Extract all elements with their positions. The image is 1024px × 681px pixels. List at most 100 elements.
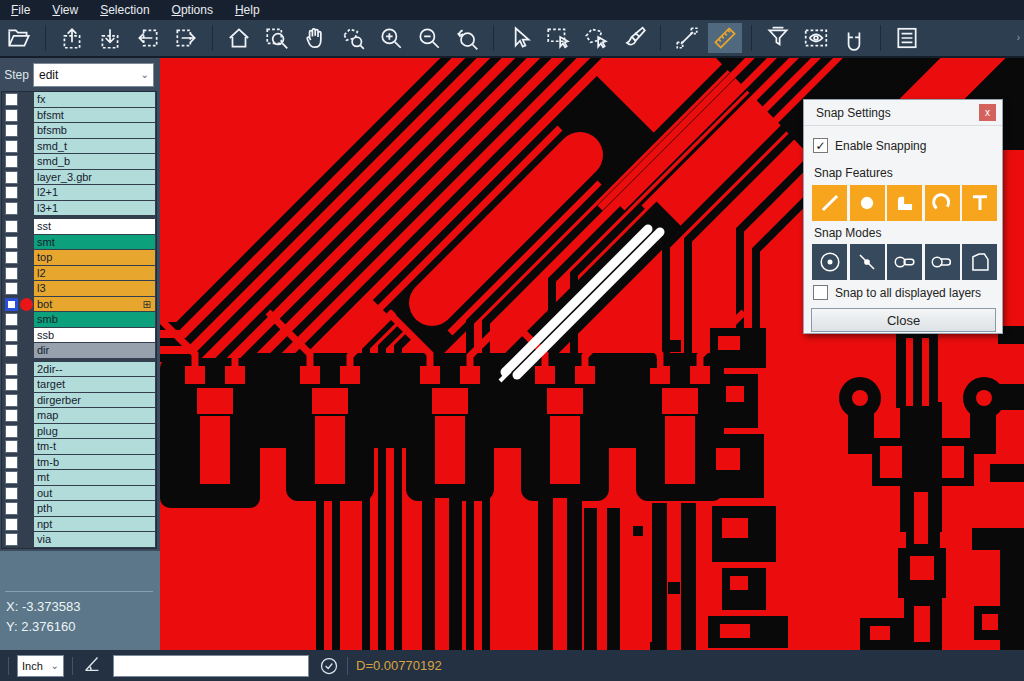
snap-all-layers-checkbox[interactable] bbox=[813, 285, 828, 300]
layer-checkbox[interactable] bbox=[5, 344, 18, 357]
snap-feature-text-button[interactable] bbox=[962, 185, 997, 221]
shift-right-button[interactable] bbox=[169, 23, 203, 53]
snap-button[interactable] bbox=[837, 23, 871, 53]
import-up-button[interactable] bbox=[55, 23, 89, 53]
angle-icon[interactable] bbox=[81, 653, 103, 679]
snap-feature-line-button[interactable] bbox=[812, 185, 847, 221]
layer-checkbox[interactable] bbox=[5, 93, 18, 106]
select-cursor-button[interactable] bbox=[503, 23, 537, 53]
select-rectangle-button[interactable] bbox=[541, 23, 575, 53]
layer-row-top[interactable]: top bbox=[2, 250, 156, 266]
layer-row-l2+1[interactable]: l2+1 bbox=[2, 185, 156, 201]
open-file-button[interactable] bbox=[2, 23, 36, 53]
dialog-close-button[interactable]: x bbox=[979, 104, 996, 121]
layer-checkbox[interactable] bbox=[5, 533, 18, 546]
zoom-window-button[interactable] bbox=[260, 23, 294, 53]
zoom-out-button[interactable] bbox=[412, 23, 446, 53]
step-select[interactable]: edit ⌄ bbox=[33, 63, 154, 87]
snap-feature-arc-button[interactable] bbox=[925, 185, 960, 221]
select-polygon-button[interactable] bbox=[579, 23, 613, 53]
layer-checkbox[interactable] bbox=[5, 282, 18, 295]
layer-checkbox[interactable] bbox=[5, 363, 18, 376]
shift-left-button[interactable] bbox=[131, 23, 165, 53]
layer-row-l3+1[interactable]: l3+1 bbox=[2, 201, 156, 217]
layer-checkbox[interactable] bbox=[5, 313, 18, 326]
snap-feature-pad-button[interactable] bbox=[850, 185, 885, 221]
layer-row-dir[interactable]: dir bbox=[2, 343, 156, 359]
zoom-previous-button[interactable] bbox=[450, 23, 484, 53]
snap-mode-profile-button[interactable] bbox=[962, 244, 997, 280]
layer-checkbox[interactable] bbox=[5, 109, 18, 122]
layer-row-tm-t[interactable]: tm-t bbox=[2, 439, 156, 455]
unit-select[interactable]: Inch ⌄ bbox=[17, 655, 64, 677]
layer-row-mt[interactable]: mt bbox=[2, 470, 156, 486]
report-button[interactable] bbox=[890, 23, 924, 53]
zoom-in-button[interactable] bbox=[374, 23, 408, 53]
dialog-title-bar[interactable]: Snap Settings x bbox=[804, 100, 1002, 126]
snap-mode-slot-right-button[interactable] bbox=[925, 244, 960, 280]
pan-button[interactable] bbox=[298, 23, 332, 53]
snap-mode-midpoint-button[interactable] bbox=[850, 244, 885, 280]
layer-checkbox[interactable] bbox=[5, 409, 18, 422]
layer-row-pth[interactable]: pth bbox=[2, 501, 156, 517]
coordinate-input[interactable] bbox=[113, 655, 309, 677]
layer-checkbox[interactable] bbox=[5, 502, 18, 515]
filter-button[interactable] bbox=[761, 23, 795, 53]
layer-checkbox[interactable] bbox=[5, 186, 18, 199]
home-view-button[interactable] bbox=[222, 23, 256, 53]
layer-row-out[interactable]: out bbox=[2, 486, 156, 502]
layer-row-ssb[interactable]: ssb bbox=[2, 328, 156, 344]
layer-row-smb[interactable]: smb bbox=[2, 312, 156, 328]
layer-checkbox[interactable] bbox=[5, 251, 18, 264]
layer-checkbox[interactable] bbox=[5, 518, 18, 531]
layer-row-npt[interactable]: npt bbox=[2, 517, 156, 533]
ruler-tool-button[interactable] bbox=[708, 23, 742, 53]
layer-checkbox[interactable] bbox=[5, 487, 18, 500]
snap-feature-surface-button[interactable] bbox=[887, 185, 922, 221]
layer-checkbox[interactable] bbox=[5, 267, 18, 280]
layer-row-2dir--[interactable]: 2dir-- bbox=[2, 362, 156, 378]
layer-row-bfsmt[interactable]: bfsmt bbox=[2, 108, 156, 124]
dialog-close-action-button[interactable]: Close bbox=[811, 308, 996, 332]
layer-row-bot[interactable]: bot⊞ bbox=[2, 297, 156, 313]
brush-tool-button[interactable] bbox=[617, 23, 651, 53]
grid-icon[interactable]: ⊞ bbox=[143, 298, 151, 311]
layer-checkbox[interactable] bbox=[5, 171, 18, 184]
layer-checkbox[interactable] bbox=[5, 394, 18, 407]
import-down-button[interactable] bbox=[93, 23, 127, 53]
show-hide-button[interactable] bbox=[799, 23, 833, 53]
layer-checkbox[interactable] bbox=[5, 124, 18, 137]
menu-item-options[interactable]: Options bbox=[161, 3, 224, 17]
layer-row-l2[interactable]: l2 bbox=[2, 266, 156, 282]
layer-row-smd_b[interactable]: smd_b bbox=[2, 154, 156, 170]
layer-checkbox[interactable] bbox=[5, 378, 18, 391]
layer-checkbox[interactable] bbox=[5, 456, 18, 469]
layer-checkbox[interactable] bbox=[5, 202, 18, 215]
menu-item-help[interactable]: Help bbox=[224, 3, 271, 17]
layer-row-sst[interactable]: sst bbox=[2, 219, 156, 235]
zoom-polygon-button[interactable] bbox=[336, 23, 370, 53]
layer-row-map[interactable]: map bbox=[2, 408, 156, 424]
layer-checkbox[interactable] bbox=[5, 329, 18, 342]
layer-checkbox[interactable] bbox=[5, 220, 18, 233]
layer-row-smd_t[interactable]: smd_t bbox=[2, 139, 156, 155]
enable-snapping-checkbox[interactable]: ✓ bbox=[813, 138, 828, 153]
layer-checkbox[interactable] bbox=[5, 140, 18, 153]
snap-mode-center-button[interactable] bbox=[812, 244, 847, 280]
layer-checkbox[interactable] bbox=[5, 155, 18, 168]
layer-row-l3[interactable]: l3 bbox=[2, 281, 156, 297]
layer-row-plug[interactable]: plug bbox=[2, 424, 156, 440]
layer-row-smt[interactable]: smt bbox=[2, 235, 156, 251]
snap-mode-slot-left-button[interactable] bbox=[887, 244, 922, 280]
toolbar-overflow-chevron[interactable]: › bbox=[1017, 32, 1020, 43]
layer-row-layer_3.gbr[interactable]: layer_3.gbr bbox=[2, 170, 156, 186]
menu-item-view[interactable]: View bbox=[41, 3, 89, 17]
layer-checkbox[interactable] bbox=[5, 440, 18, 453]
layer-checkbox[interactable] bbox=[5, 471, 18, 484]
menu-item-selection[interactable]: Selection bbox=[89, 3, 160, 17]
layer-row-bfsmb[interactable]: bfsmb bbox=[2, 123, 156, 139]
layer-checkbox[interactable] bbox=[5, 425, 18, 438]
layer-checkbox[interactable] bbox=[5, 298, 18, 311]
measure-line-button[interactable] bbox=[670, 23, 704, 53]
sync-icon[interactable] bbox=[319, 656, 339, 676]
